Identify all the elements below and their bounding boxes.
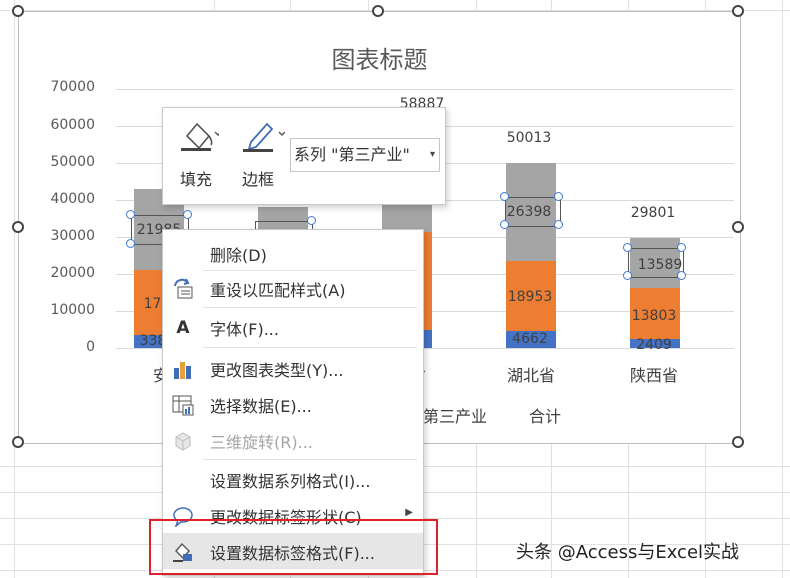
menu-item-label: 字体(F)... bbox=[210, 320, 279, 339]
watermark: 头条 @Access与Excel实战 bbox=[516, 542, 740, 563]
fill-button[interactable]: 填充 bbox=[173, 116, 229, 196]
font-icon: A bbox=[176, 318, 190, 338]
selected-label-box[interactable] bbox=[628, 248, 684, 278]
bar-segment-partial[interactable] bbox=[382, 202, 432, 232]
resize-handle[interactable] bbox=[372, 5, 384, 17]
menu-item-label: 选择数据(E)... bbox=[210, 397, 312, 416]
pen-icon bbox=[243, 122, 285, 152]
selection-handle[interactable] bbox=[126, 210, 135, 219]
selection-handle[interactable] bbox=[307, 216, 316, 225]
border-button[interactable]: 边框 bbox=[235, 116, 291, 196]
selection-handle[interactable] bbox=[623, 271, 632, 280]
highlight-annotation bbox=[149, 519, 438, 575]
selected-label-box[interactable] bbox=[505, 197, 561, 227]
legend-entry[interactable]: 合计 bbox=[529, 403, 561, 427]
resize-handle[interactable] bbox=[732, 221, 744, 233]
fill-label: 填充 bbox=[180, 170, 213, 189]
selection-handle[interactable] bbox=[677, 271, 686, 280]
menu-item-label: 重设以匹配样式(A) bbox=[210, 281, 346, 300]
selection-handle[interactable] bbox=[623, 243, 632, 252]
selection-handle[interactable] bbox=[500, 220, 509, 229]
resize-handle[interactable] bbox=[12, 436, 24, 448]
selection-handle[interactable] bbox=[554, 192, 563, 201]
segment-label[interactable]: 13803 bbox=[624, 308, 684, 324]
menu-item-label: 删除(D) bbox=[210, 246, 267, 265]
y-tick: 40000 bbox=[50, 191, 95, 207]
y-tick: 0 bbox=[86, 339, 95, 355]
category-label: 湖北省 bbox=[506, 366, 555, 385]
selection-handle[interactable] bbox=[554, 220, 563, 229]
menu-item-reset-style[interactable]: 重设以匹配样式(A) bbox=[163, 270, 423, 306]
chart-type-icon bbox=[174, 362, 191, 379]
total-label[interactable]: 29801 bbox=[613, 205, 693, 221]
mini-toolbar: 填充 边框 系列 "第三产业" ▾ bbox=[162, 107, 446, 205]
category-label: 陕西省 bbox=[629, 366, 678, 385]
submenu-arrow-icon: ▶ bbox=[405, 507, 413, 518]
resize-handle[interactable] bbox=[12, 5, 24, 17]
menu-item-3d-rotation[interactable]: 三维旋转(R)... bbox=[163, 422, 423, 458]
y-tick: 70000 bbox=[50, 79, 95, 95]
selection-handle[interactable] bbox=[677, 243, 686, 252]
menu-item-font[interactable]: A 字体(F)... bbox=[163, 309, 423, 345]
menu-item-format-series[interactable]: 设置数据系列格式(I)... bbox=[163, 461, 423, 497]
resize-handle[interactable] bbox=[732, 436, 744, 448]
resize-handle[interactable] bbox=[12, 221, 24, 233]
resize-handle[interactable] bbox=[732, 5, 744, 17]
y-tick: 10000 bbox=[50, 302, 95, 318]
paint-bucket-icon bbox=[181, 122, 219, 151]
y-tick: 20000 bbox=[50, 265, 95, 281]
menu-item-label: 三维旋转(R)... bbox=[210, 433, 313, 452]
menu-item-delete[interactable]: 删除(D) bbox=[163, 235, 423, 271]
menu-item-label: 设置数据系列格式(I)... bbox=[210, 472, 371, 491]
series-dropdown-value: 系列 "第三产业" bbox=[294, 145, 410, 164]
y-tick: 60000 bbox=[50, 117, 95, 133]
segment-label[interactable]: 2409 bbox=[624, 337, 684, 353]
selection-handle[interactable] bbox=[500, 192, 509, 201]
legend-entry[interactable]: 第三产业 bbox=[423, 403, 487, 427]
border-label: 边框 bbox=[242, 170, 275, 189]
menu-item-change-chart-type[interactable]: 更改图表类型(Y)... bbox=[163, 350, 423, 386]
selection-handle[interactable] bbox=[126, 239, 135, 248]
menu-item-select-data[interactable]: 选择数据(E)... bbox=[163, 386, 423, 422]
segment-label[interactable]: 4662 bbox=[500, 331, 560, 347]
reset-style-icon bbox=[174, 278, 193, 299]
select-data-icon bbox=[172, 395, 194, 416]
menu-item-label: 更改图表类型(Y)... bbox=[210, 361, 344, 380]
total-label[interactable]: 50013 bbox=[489, 130, 569, 146]
series-dropdown[interactable]: 系列 "第三产业" ▾ bbox=[290, 138, 440, 172]
y-tick: 50000 bbox=[50, 154, 95, 170]
segment-label[interactable]: 18953 bbox=[500, 289, 560, 305]
selection-handle[interactable] bbox=[183, 210, 192, 219]
chevron-down-icon: ▾ bbox=[429, 149, 435, 160]
y-tick: 30000 bbox=[50, 228, 95, 244]
rotate-3d-icon bbox=[175, 432, 191, 451]
chart-title[interactable]: 图表标题 bbox=[19, 40, 740, 75]
